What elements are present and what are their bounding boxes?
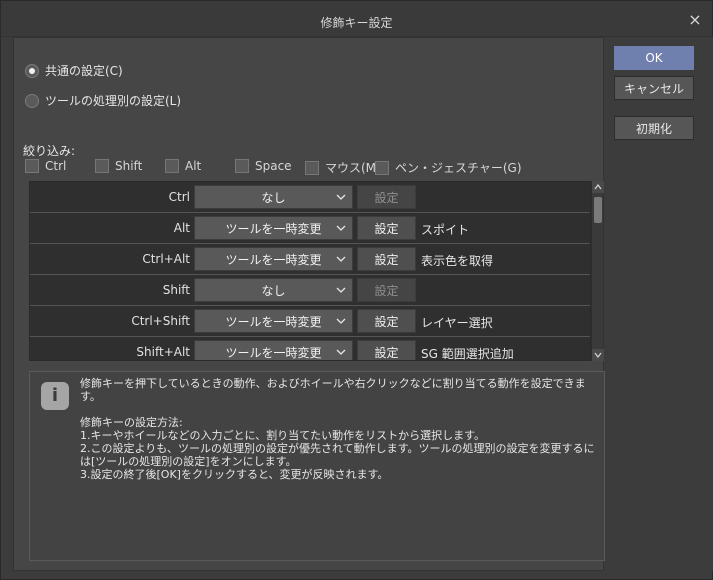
action-dropdown[interactable]: ツールを一時変更 [194,216,353,240]
chevron-down-icon [336,349,346,355]
info-icon: i [41,382,69,410]
radio-indicator-common[interactable] [25,63,39,78]
table-row: Ctrl+Shift ツールを一時変更 設定 レイヤー選択 [30,306,590,337]
set-button[interactable]: 設定 [357,278,416,302]
scrollbar-thumb[interactable] [594,197,602,223]
action-dropdown[interactable]: なし [194,278,353,302]
table-row: Shift+Alt ツールを一時変更 設定 SG 範囲選択追加 [30,337,590,361]
table-row: Ctrl なし 設定 [30,182,590,213]
assigned-tool: 表示色を取得 [421,254,494,268]
set-button[interactable]: 設定 [357,309,416,333]
help-info-panel: i 修飾キーを押下しているときの動作、およびホイールや右クリックなどに割り当てる… [29,371,605,561]
filter-ctrl[interactable]: Ctrl [25,159,66,173]
radio-label-per-tool: ツールの処理別の設定(L) [45,94,182,108]
table-row: Alt ツールを一時変更 設定 スポイト [30,213,590,244]
radio-per-tool-setting[interactable]: ツールの処理別の設定(L) [25,92,181,109]
filter-mouse-label: マウス(M) [325,161,381,175]
set-button[interactable]: 設定 [357,185,416,209]
modifier-key-name: Alt [173,221,190,235]
action-dropdown-value: なし [261,283,286,298]
set-button[interactable]: 設定 [357,216,416,240]
table-row: Shift なし 設定 [30,275,590,306]
radio-label-common: 共通の設定(C) [45,64,123,78]
action-dropdown-value: ツールを一時変更 [225,221,322,236]
action-dropdown-value: ツールを一時変更 [225,345,322,360]
cancel-button[interactable]: キャンセル [614,76,694,100]
dialog-button-column: OK キャンセル 初期化 [606,37,713,571]
filter-pen-gesture[interactable]: ペン・ジェスチャー(G) [375,159,522,176]
modifier-key-name: Shift [162,283,190,297]
scroll-up-icon[interactable] [592,181,604,193]
action-dropdown-value: ツールを一時変更 [225,252,322,267]
filter-label: 絞り込み: [23,144,76,158]
set-button[interactable]: 設定 [357,247,416,271]
filter-shift-label: Shift [115,159,143,173]
radio-common-setting[interactable]: 共通の設定(C) [25,62,123,79]
chevron-down-icon [336,287,346,293]
action-dropdown-value: ツールを一時変更 [225,314,322,329]
checkbox-alt[interactable] [165,159,179,173]
chevron-down-icon [336,318,346,324]
action-dropdown[interactable]: なし [194,185,353,209]
filter-ctrl-label: Ctrl [45,159,67,173]
scroll-down-icon[interactable] [592,349,604,361]
checkbox-ctrl[interactable] [25,159,39,173]
action-dropdown-value: なし [261,190,286,205]
close-icon[interactable]: × [688,12,702,28]
assigned-tool: SG 範囲選択追加 [421,347,514,361]
modifier-key-name: Ctrl+Alt [142,252,190,266]
filter-alt-label: Alt [185,159,202,173]
help-text: 修飾キーを押下しているときの動作、およびホイールや右クリックなどに割り当てる動作… [80,377,595,481]
chevron-down-icon [336,225,346,231]
filter-shift[interactable]: Shift [95,159,142,173]
filter-checkboxes: Ctrl Shift Alt Space マウス(M) ペン・ジェスチャー(G) [25,159,605,179]
modifier-key-settings-dialog: 修飾キー設定 × OK キャンセル 初期化 共通の設定(C) ツールの処理別の設… [0,0,713,580]
chevron-down-icon [336,256,346,262]
radio-indicator-per-tool[interactable] [25,93,39,108]
modifier-key-list: Ctrl なし 設定 Alt ツールを一時変更 設定 スポイト Ctrl+Alt… [29,181,591,361]
modifier-key-name: Ctrl [168,190,190,204]
table-row: Ctrl+Alt ツールを一時変更 設定 表示色を取得 [30,244,590,275]
title-bar: 修飾キー設定 × [1,1,712,37]
list-scrollbar[interactable] [591,181,604,361]
modifier-key-name: Ctrl+Shift [131,314,190,328]
assigned-tool: レイヤー選択 [421,316,493,330]
checkbox-shift[interactable] [95,159,109,173]
filter-alt[interactable]: Alt [165,159,201,173]
action-dropdown[interactable]: ツールを一時変更 [194,309,353,333]
action-dropdown[interactable]: ツールを一時変更 [194,340,353,360]
modifier-key-name: Shift+Alt [136,345,190,359]
chevron-down-icon [336,194,346,200]
filter-mouse[interactable]: マウス(M) [305,159,381,176]
reset-button[interactable]: 初期化 [614,116,694,140]
checkbox-mouse[interactable] [305,160,319,175]
checkbox-space[interactable] [235,159,249,173]
set-button[interactable]: 設定 [357,340,416,360]
filter-space-label: Space [255,159,292,173]
filter-space[interactable]: Space [235,159,292,173]
ok-button[interactable]: OK [614,46,694,70]
filter-pen-gesture-label: ペン・ジェスチャー(G) [395,161,522,175]
action-dropdown[interactable]: ツールを一時変更 [194,247,353,271]
assigned-tool: スポイト [421,223,470,237]
dialog-title: 修飾キー設定 [320,16,393,30]
checkbox-pen-gesture[interactable] [375,160,389,175]
